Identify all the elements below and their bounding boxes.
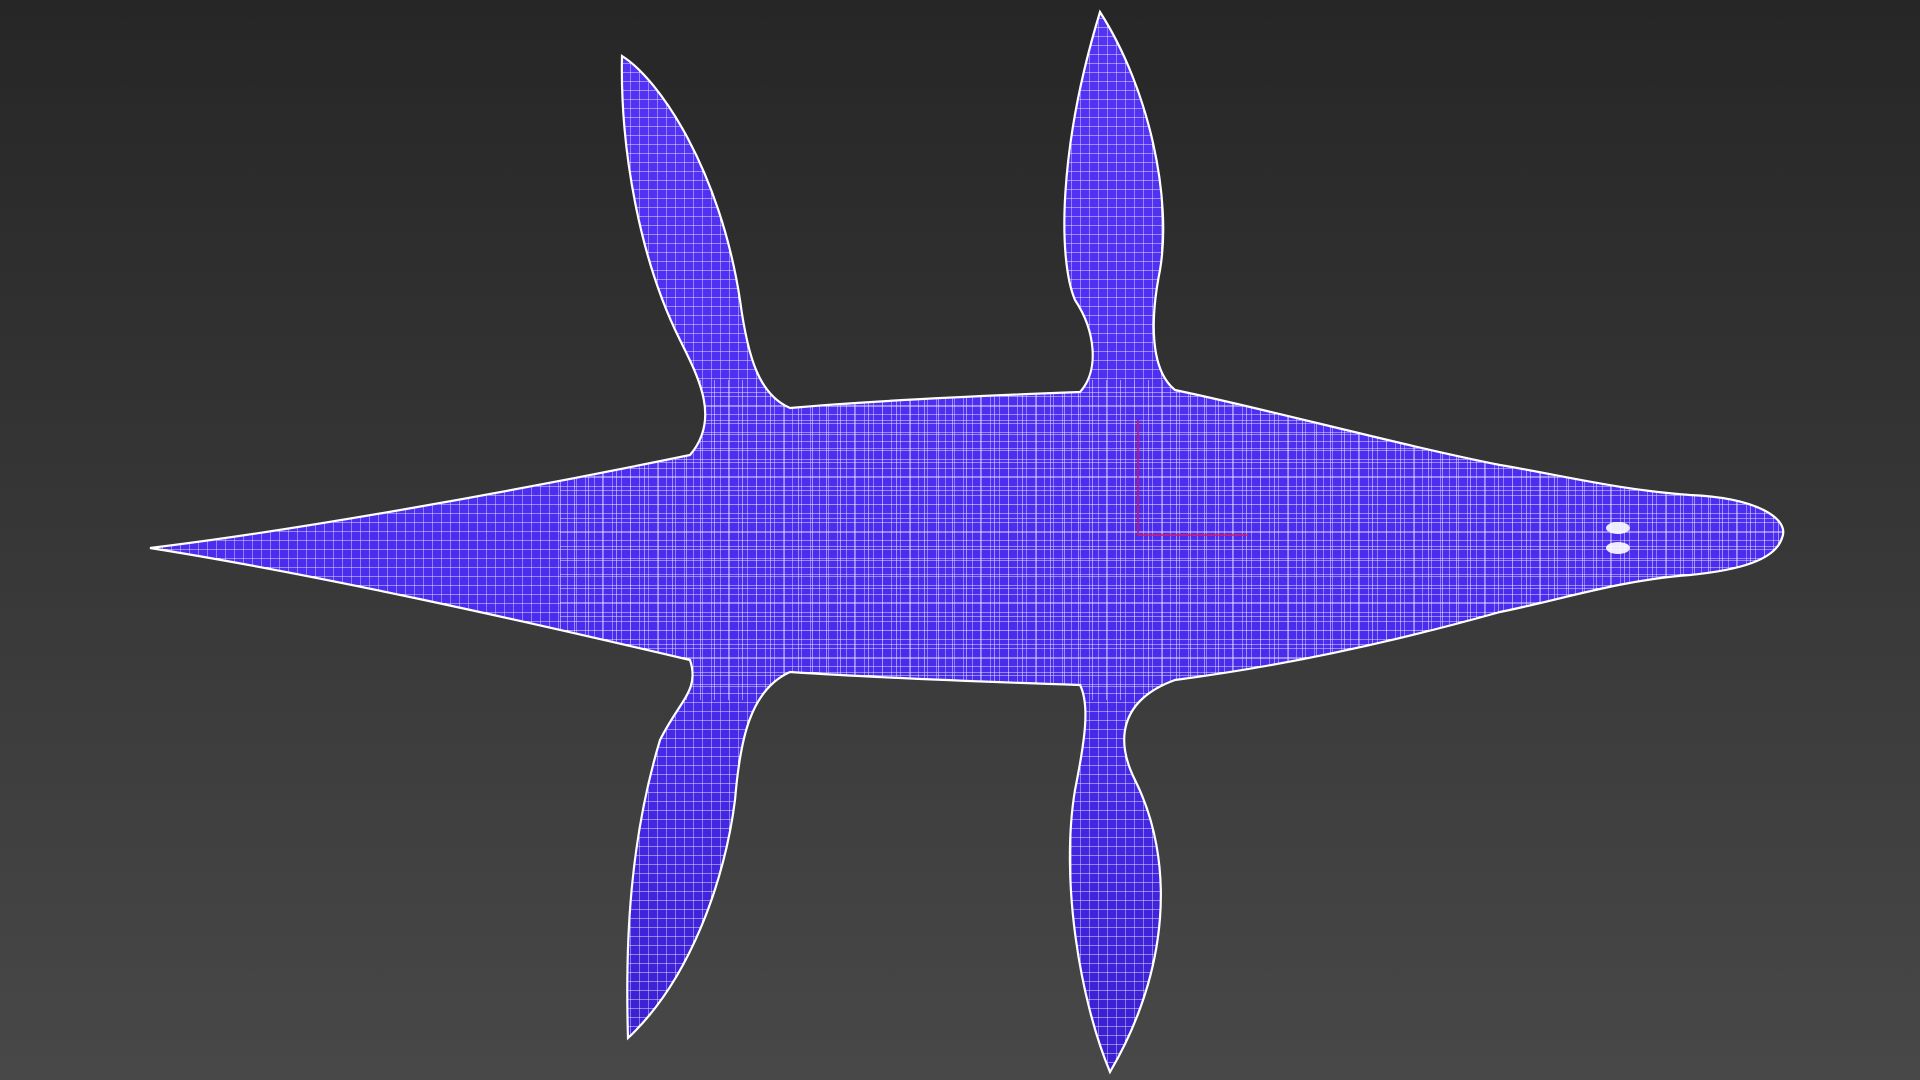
model-eye-left bbox=[1606, 522, 1630, 534]
model-eye-right bbox=[1606, 542, 1630, 554]
viewport-canvas[interactable] bbox=[0, 0, 1920, 1080]
3d-viewport[interactable] bbox=[0, 0, 1920, 1080]
